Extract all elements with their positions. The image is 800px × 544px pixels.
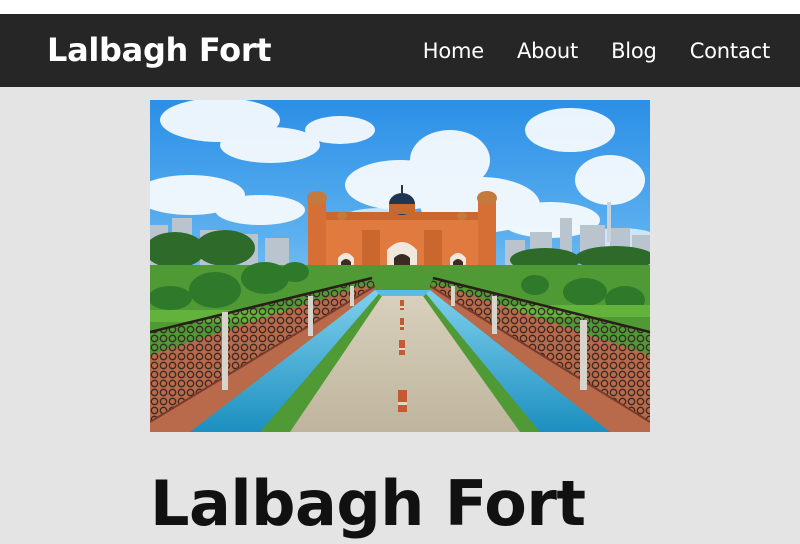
- navbar: Lalbagh Fort Home About Blog Contact: [0, 14, 800, 87]
- nav-link-blog[interactable]: Blog: [611, 36, 657, 66]
- nav-link-about[interactable]: About: [517, 36, 578, 66]
- hero-image: [150, 100, 650, 432]
- top-strip: [0, 0, 800, 14]
- site-logo-link[interactable]: Lalbagh Fort: [47, 28, 272, 72]
- main-nav: Home About Blog Contact: [423, 36, 770, 66]
- nav-link-contact[interactable]: Contact: [690, 36, 771, 66]
- article-title: Lalbagh Fort: [150, 467, 586, 540]
- nav-link-home[interactable]: Home: [423, 36, 484, 66]
